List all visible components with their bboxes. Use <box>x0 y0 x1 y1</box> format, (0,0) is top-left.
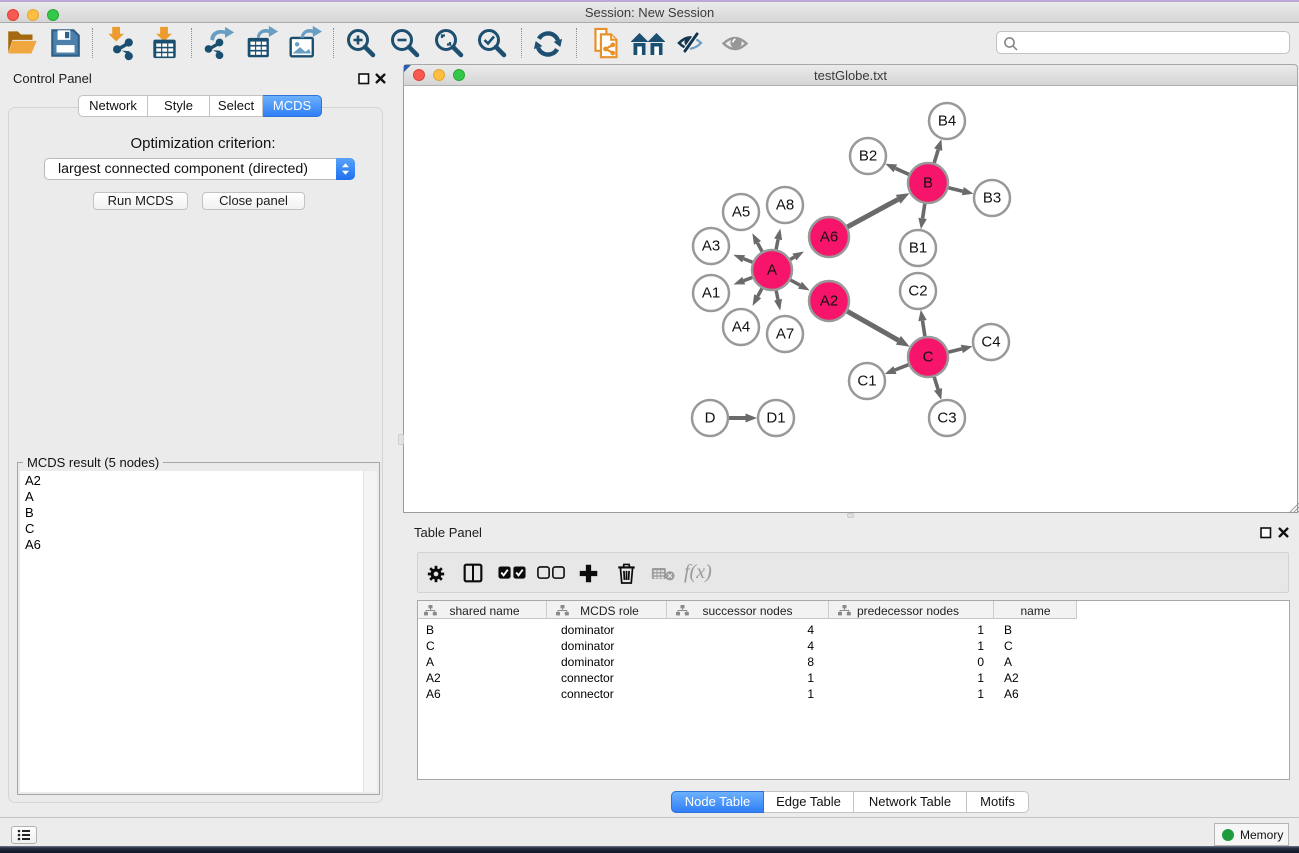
svg-text:A: A <box>767 262 777 279</box>
svg-text:C4: C4 <box>981 334 1000 351</box>
svg-text:B: B <box>923 175 933 192</box>
svg-text:A1: A1 <box>702 285 720 302</box>
svg-text:D: D <box>705 410 716 427</box>
svg-text:B2: B2 <box>859 148 877 165</box>
svg-text:A5: A5 <box>732 204 750 221</box>
svg-text:C1: C1 <box>857 373 876 390</box>
svg-text:D1: D1 <box>766 410 785 427</box>
svg-text:A7: A7 <box>776 326 794 343</box>
svg-text:A2: A2 <box>820 293 838 310</box>
svg-text:A4: A4 <box>732 319 750 336</box>
svg-text:B3: B3 <box>983 190 1001 207</box>
svg-text:C2: C2 <box>908 283 927 300</box>
svg-text:B4: B4 <box>938 113 956 130</box>
svg-text:A3: A3 <box>702 238 720 255</box>
svg-text:C: C <box>923 349 934 366</box>
svg-text:C3: C3 <box>937 410 956 427</box>
svg-text:A6: A6 <box>820 229 838 246</box>
svg-text:A8: A8 <box>776 197 794 214</box>
svg-text:B1: B1 <box>909 240 927 257</box>
